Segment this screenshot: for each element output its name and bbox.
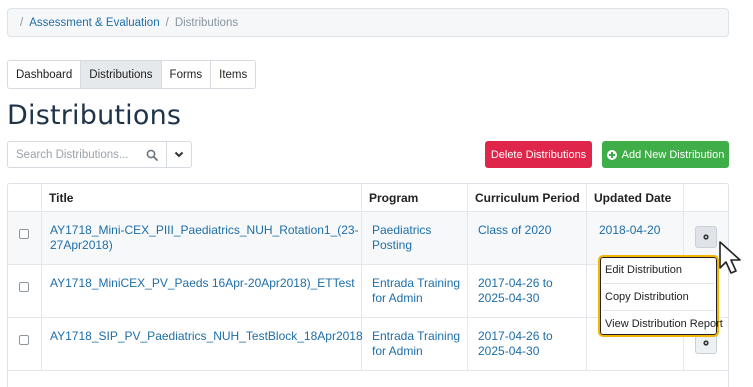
row-actions-button[interactable]: [695, 226, 717, 248]
distribution-title-link[interactable]: AY1718_SIP_PV_Paediatrics_NUH_TestBlock_…: [50, 329, 363, 344]
tab-distributions[interactable]: Distributions: [81, 61, 162, 88]
breadcrumb-separator: /: [165, 16, 169, 29]
program-text[interactable]: Entrada Training: [372, 276, 467, 291]
tab-bar: Dashboard Distributions Forms Items: [7, 60, 257, 89]
row-actions-menu: Edit Distribution Copy Distribution View…: [598, 255, 723, 337]
program-cell: Paediatrics Posting: [362, 212, 468, 264]
search-input[interactable]: [8, 142, 141, 167]
menu-item-view-distribution-report[interactable]: View Distribution Report: [600, 311, 723, 337]
table-header-row: Title Program Curriculum Period Updated …: [8, 184, 728, 212]
header-program[interactable]: Program: [362, 184, 468, 211]
tab-items[interactable]: Items: [211, 61, 256, 88]
program-cell: Entrada Training for Admin: [362, 265, 468, 317]
page-title: Distributions: [7, 100, 182, 131]
row-select-cell: [8, 318, 42, 370]
distribution-title-link-cont[interactable]: 27Apr2018): [50, 238, 361, 253]
chevron-down-icon[interactable]: [166, 142, 191, 167]
distribution-title-link[interactable]: AY1718_MiniCEX_PV_Paeds 16Apr-20Apr2018)…: [50, 276, 361, 291]
title-cell: AY1718_SIP_PV_Paediatrics_NUH_TestBlock_…: [42, 318, 363, 370]
curriculum-period-text-cont[interactable]: 2025-04-30: [478, 344, 586, 359]
header-curriculum-period[interactable]: Curriculum Period: [468, 184, 587, 211]
program-text-cont[interactable]: for Admin: [372, 344, 467, 359]
plus-circle-icon: [606, 149, 617, 160]
curriculum-period-text-cont[interactable]: 2025-04-30: [478, 291, 586, 306]
row-checkbox[interactable]: [19, 335, 29, 345]
curriculum-period-cell: 2017-04-26 to 2025-04-30: [468, 265, 587, 317]
header-select: [8, 184, 42, 211]
curriculum-period-text[interactable]: Class of 2020: [478, 223, 586, 238]
program-text[interactable]: Entrada Training: [372, 329, 467, 344]
breadcrumb-separator: /: [20, 16, 24, 29]
search-box: [7, 141, 192, 168]
delete-distributions-button[interactable]: Delete Distributions: [485, 141, 592, 168]
header-updated-date[interactable]: Updated Date: [587, 184, 684, 211]
row-checkbox[interactable]: [19, 282, 29, 292]
program-text-cont[interactable]: Posting: [372, 238, 467, 253]
breadcrumb-current: Distributions: [174, 16, 239, 29]
row-select-cell: [8, 212, 42, 264]
menu-item-edit-distribution[interactable]: Edit Distribution: [600, 257, 717, 283]
program-cell: Entrada Training for Admin: [362, 318, 468, 370]
tab-dashboard[interactable]: Dashboard: [8, 61, 82, 88]
title-cell: AY1718_Mini-CEX_PIII_Paediatrics_NUH_Rot…: [42, 212, 362, 264]
program-text-cont[interactable]: for Admin: [372, 291, 467, 306]
tab-forms[interactable]: Forms: [161, 61, 212, 88]
curriculum-period-text[interactable]: 2017-04-26 to: [478, 276, 586, 291]
row-checkbox[interactable]: [19, 229, 29, 239]
curriculum-period-cell: 2017-04-26 to 2025-04-30: [468, 318, 587, 370]
updated-date-text[interactable]: 2018-04-20: [599, 223, 683, 238]
add-new-distribution-label: Add New Distribution: [621, 148, 725, 161]
curriculum-period-cell: Class of 2020: [468, 212, 587, 264]
gear-icon: [703, 340, 709, 346]
menu-item-copy-distribution[interactable]: Copy Distribution: [600, 284, 717, 310]
header-actions: [684, 184, 728, 211]
breadcrumb: / Assessment & Evaluation / Distribution…: [7, 8, 729, 37]
title-cell: AY1718_MiniCEX_PV_Paeds 16Apr-20Apr2018)…: [42, 265, 362, 317]
row-select-cell: [8, 265, 42, 317]
breadcrumb-link-assessment[interactable]: Assessment & Evaluation: [29, 17, 159, 29]
header-title[interactable]: Title: [42, 184, 362, 211]
gear-icon: [703, 234, 709, 240]
curriculum-period-text[interactable]: 2017-04-26 to: [478, 329, 586, 344]
add-new-distribution-button[interactable]: Add New Distribution: [602, 141, 729, 168]
search-icon[interactable]: [141, 149, 162, 161]
mouse-cursor-icon: [719, 241, 741, 274]
program-text[interactable]: Paediatrics: [372, 223, 467, 238]
distribution-title-link[interactable]: AY1718_Mini-CEX_PIII_Paediatrics_NUH_Rot…: [50, 223, 361, 238]
